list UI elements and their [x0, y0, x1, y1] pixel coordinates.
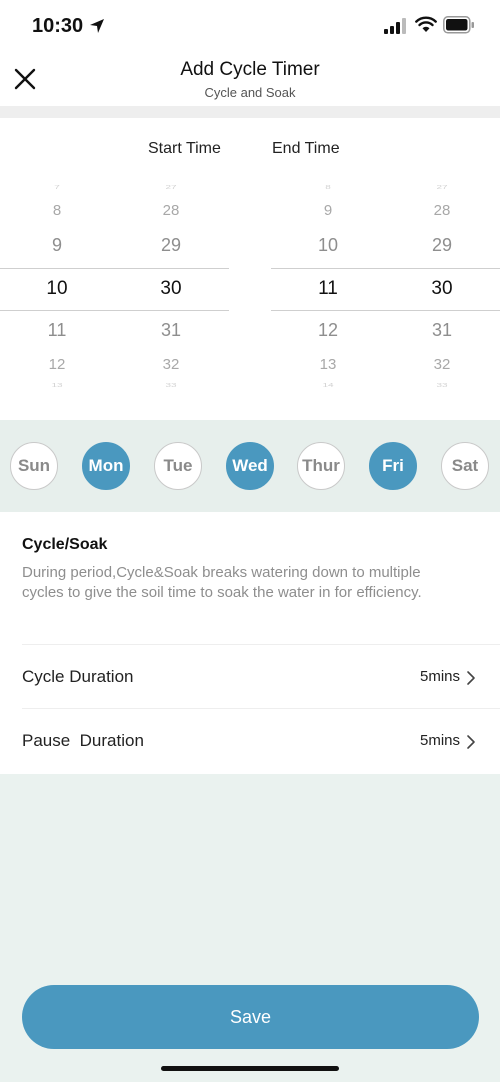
- wheel-item-below-1[interactable]: 31: [402, 320, 482, 341]
- start-selection-line-bottom: [0, 310, 229, 311]
- save-button[interactable]: Save: [22, 985, 479, 1049]
- wifi-icon: [415, 16, 437, 32]
- wheel-item-below-2[interactable]: 32: [131, 356, 211, 373]
- page-subtitle: Cycle and Soak: [204, 85, 296, 100]
- day-sun[interactable]: Sun: [10, 442, 58, 490]
- wheel-item-above-3[interactable]: 7: [17, 184, 97, 190]
- chevron-right-icon: [467, 671, 475, 685]
- end-selection-line-top: [271, 268, 500, 269]
- day-tue[interactable]: Tue: [154, 442, 202, 490]
- wheel-item-above-1[interactable]: 9: [17, 235, 97, 256]
- time-picker: Start Time End Time 7 8 9 10 11 12 13 27 28 29 30…: [0, 118, 500, 420]
- day-thur[interactable]: Thur: [297, 442, 345, 490]
- status-bar: 10:30: [0, 0, 500, 54]
- pause-duration-label: Pause Duration: [22, 731, 144, 750]
- weekday-selector: Sun Mon Tue Wed Thur Fri Sat: [0, 420, 500, 512]
- battery-icon: [443, 16, 474, 34]
- cycle-duration-label: Cycle Duration: [22, 667, 134, 686]
- wheel-item-below-2[interactable]: 12: [17, 356, 97, 373]
- wheel-item-above-2[interactable]: 8: [17, 202, 97, 219]
- wheel-item-above-1[interactable]: 29: [131, 235, 211, 256]
- home-indicator: [161, 1066, 339, 1071]
- wheel-item-selected[interactable]: 10: [17, 278, 97, 300]
- wheel-item-above-2[interactable]: 28: [402, 202, 482, 219]
- start-selection-line-top: [0, 268, 229, 269]
- wheel-item-above-3[interactable]: 27: [402, 184, 482, 190]
- cycle-duration-value: 5mins: [419, 668, 460, 685]
- wheel-item-above-3[interactable]: 27: [131, 184, 211, 190]
- info-title: Cycle/Soak: [22, 536, 108, 553]
- wheel-item-selected[interactable]: 11: [288, 278, 368, 300]
- chevron-right-icon: [467, 735, 475, 749]
- status-time: 10:30: [32, 15, 84, 37]
- wheel-item-above-1[interactable]: 29: [402, 235, 482, 256]
- wheel-item-above-1[interactable]: 10: [288, 235, 368, 256]
- wheel-item-above-2[interactable]: 28: [131, 202, 211, 219]
- wheel-item-below-3[interactable]: 33: [402, 382, 482, 388]
- wheel-item-above-3[interactable]: 8: [288, 184, 368, 190]
- wheel-item-below-1[interactable]: 31: [131, 320, 211, 341]
- wheel-item-selected[interactable]: 30: [402, 278, 482, 300]
- divider: [0, 106, 500, 118]
- start-time-label: Start Time: [148, 140, 221, 157]
- header: Add Cycle Timer Cycle and Soak: [0, 54, 500, 106]
- wheel-item-selected[interactable]: 30: [131, 278, 211, 300]
- page-title: Add Cycle Timer: [180, 59, 320, 80]
- pause-duration-row[interactable]: Pause Duration 5mins: [0, 709, 500, 773]
- cycle-soak-card: Cycle/Soak During period,Cycle&Soak brea…: [0, 512, 500, 774]
- wheel-item-below-3[interactable]: 33: [131, 382, 211, 388]
- day-mon[interactable]: Mon: [82, 442, 130, 490]
- location-arrow-icon: [90, 19, 104, 33]
- wheel-item-below-1[interactable]: 12: [288, 320, 368, 341]
- wheel-item-below-2[interactable]: 13: [288, 356, 368, 373]
- end-time-label: End Time: [272, 140, 340, 157]
- pause-duration-value: 5mins: [419, 732, 460, 749]
- day-wed[interactable]: Wed: [226, 442, 274, 490]
- day-sat[interactable]: Sat: [441, 442, 489, 490]
- wheel-item-above-2[interactable]: 9: [288, 202, 368, 219]
- wheel-item-below-2[interactable]: 32: [402, 356, 482, 373]
- info-description: During period,Cycle&Soak breaks watering…: [22, 564, 422, 601]
- wheel-item-below-3[interactable]: 13: [17, 382, 97, 388]
- end-selection-line-bottom: [271, 310, 500, 311]
- cellular-signal-icon: [384, 18, 406, 34]
- wheel-item-below-1[interactable]: 11: [17, 320, 97, 341]
- wheel-item-below-3[interactable]: 14: [288, 382, 368, 388]
- day-fri[interactable]: Fri: [369, 442, 417, 490]
- cycle-duration-row[interactable]: Cycle Duration 5mins: [0, 645, 500, 709]
